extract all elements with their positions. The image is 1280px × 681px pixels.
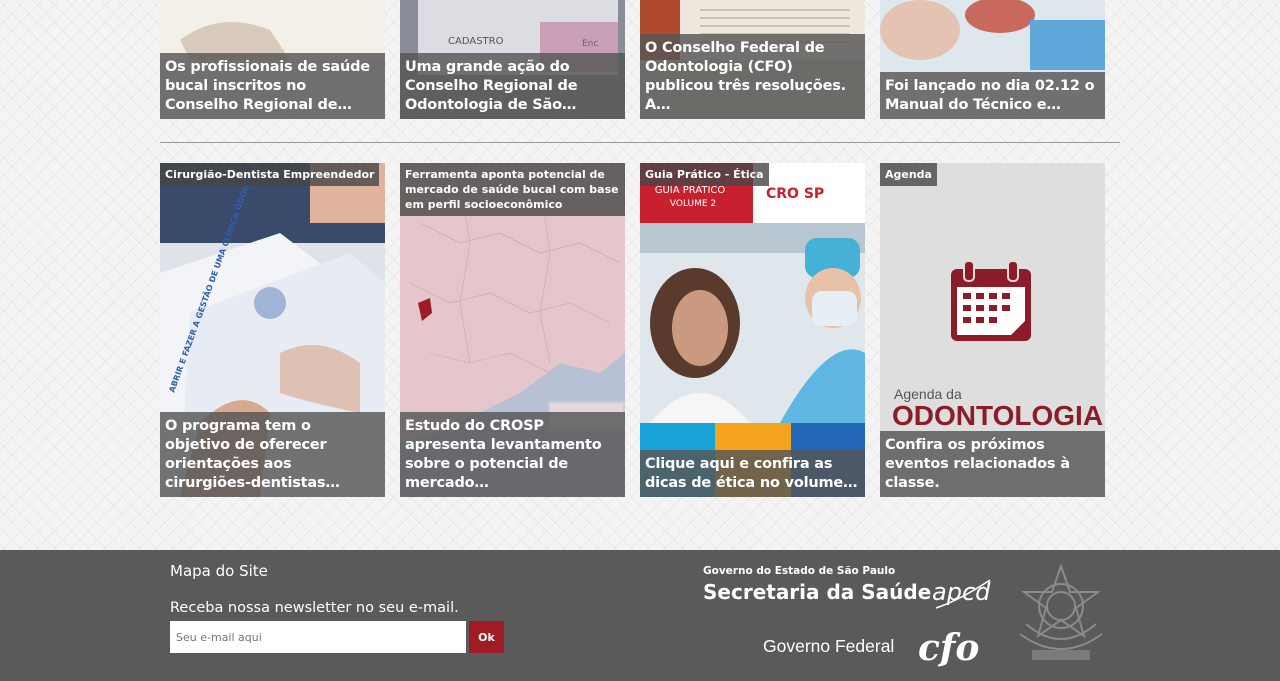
card-tag: Guia Prático - Ética <box>640 163 769 186</box>
card-caption: O Conselho Federal de Odontologia (CFO) … <box>640 34 865 119</box>
card-tag: Ferramenta aponta potencial de mercado d… <box>400 163 625 216</box>
gov-state-label: Governo do Estado de São Paulo <box>703 565 896 577</box>
card-caption: Estudo do CROSP apresenta levantamento s… <box>400 412 625 497</box>
image-label: CADASTRO <box>448 36 504 47</box>
governo-federal-link[interactable]: Governo Federal <box>763 636 894 657</box>
image-label: VOLUME 2 <box>670 199 716 209</box>
news-card-1[interactable]: Os profissionais de saúde bucal inscrito… <box>160 0 385 119</box>
image-label: ODONTOLOGIA <box>892 400 1103 431</box>
section-divider <box>160 142 1120 143</box>
newsletter-submit-button[interactable]: Ok <box>469 621 504 653</box>
secretaria-saude-link[interactable]: Secretaria da Saúde <box>703 580 931 604</box>
news-card-agenda[interactable]: Agenda da ODONTOLOGIA Agenda Confira os … <box>880 163 1105 497</box>
svg-text:apcd: apcd <box>932 578 991 606</box>
image-label: Enc <box>582 39 598 49</box>
newsletter-label: Receba nossa newsletter no seu e-mail. <box>170 600 459 616</box>
cro-logo-text: CRO SP <box>766 186 824 202</box>
card-caption: Os profissionais de saúde bucal inscrito… <box>160 53 385 119</box>
card-caption: Confira os próximos eventos relacionados… <box>880 431 1105 497</box>
card-caption: O programa tem o objetivo de oferecer or… <box>160 412 385 497</box>
svg-text:cfo: cfo <box>918 627 979 669</box>
card-image: GUIA PRÁTICO VOLUME 2 CRO SP <box>640 163 865 497</box>
news-card-guia-etica[interactable]: GUIA PRÁTICO VOLUME 2 CRO SP Guia Prátic… <box>640 163 865 497</box>
site-map-link[interactable]: Mapa do Site <box>170 562 268 580</box>
brasil-coat-of-arms-icon <box>1019 564 1103 660</box>
news-card-3[interactable]: O Conselho Federal de Odontologia (CFO) … <box>640 0 865 119</box>
newsletter-email-input[interactable] <box>170 621 466 653</box>
card-caption: Clique aqui e confira as dicas de ética … <box>640 450 865 497</box>
news-card-2[interactable]: CADASTRO Enc Uma grande ação do Conselho… <box>400 0 625 119</box>
site-footer: Mapa do Site Receba nossa newsletter no … <box>0 550 1280 681</box>
card-caption: Uma grande ação do Conselho Regional de … <box>400 53 625 119</box>
card-caption: Foi lançado no dia 02.12 o Manual do Téc… <box>880 72 1105 119</box>
card-tag: Agenda <box>880 163 937 186</box>
card-tag: Cirurgião-Dentista Empreendedor <box>160 163 380 186</box>
cfo-logo[interactable]: cfo <box>916 622 998 672</box>
news-card-4[interactable]: Foi lançado no dia 02.12 o Manual do Téc… <box>880 0 1105 119</box>
news-card-empreendedor[interactable]: ABRIR E FAZER A GESTÃO DE UMA CLÍNICA OD… <box>160 163 385 497</box>
calendar-icon <box>951 260 1031 341</box>
news-card-mercado[interactable]: Ferramenta aponta potencial de mercado d… <box>400 163 625 497</box>
apcd-logo[interactable]: apcd <box>930 570 995 610</box>
